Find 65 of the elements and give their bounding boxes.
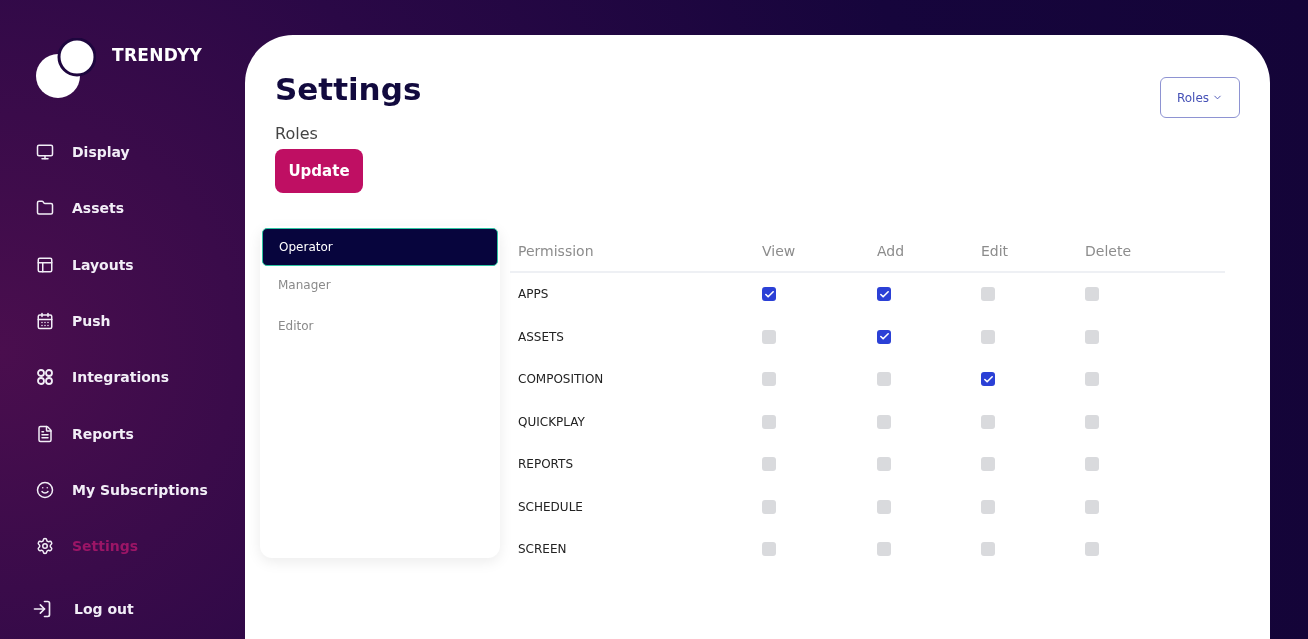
- role-item[interactable]: Manager: [262, 266, 498, 307]
- sidebar-item[interactable]: Layouts: [36, 236, 245, 293]
- permission-checkbox[interactable]: [1085, 287, 1099, 302]
- permission-name: REPORTS: [518, 457, 574, 472]
- permission-checkbox[interactable]: [1085, 542, 1099, 557]
- permission-checkbox[interactable]: [762, 457, 776, 472]
- permission-checkbox[interactable]: [981, 372, 995, 387]
- permission-checkbox[interactable]: [877, 542, 891, 557]
- permission-checkbox[interactable]: [1085, 457, 1099, 472]
- permission-name: COMPOSITION: [518, 372, 605, 387]
- document-icon: [36, 424, 54, 443]
- column-header: Permission: [518, 243, 594, 259]
- roles-dropdown[interactable]: Roles: [1160, 77, 1240, 118]
- permission-checkbox[interactable]: [1085, 329, 1099, 344]
- logout-link[interactable]: Log out: [32, 580, 245, 637]
- permission-checkbox[interactable]: [877, 414, 891, 429]
- sidebar-item[interactable]: Assets: [36, 180, 245, 237]
- permission-checkbox[interactable]: [981, 542, 995, 557]
- column-header: View: [762, 243, 796, 259]
- permission-checkbox[interactable]: [1085, 414, 1099, 429]
- section-label: Roles: [275, 124, 319, 143]
- permission-name: ASSETS: [518, 329, 565, 344]
- permission-checkbox[interactable]: [762, 372, 776, 387]
- permission-checkbox[interactable]: [762, 287, 776, 302]
- logout-icon: [32, 598, 52, 619]
- page-title: Settings: [275, 71, 422, 107]
- permission-checkbox[interactable]: [762, 414, 776, 429]
- sidebar-item[interactable]: Reports: [36, 405, 245, 462]
- permission-checkbox[interactable]: [877, 372, 891, 387]
- permission-checkbox[interactable]: [981, 287, 995, 302]
- permission-checkbox[interactable]: [1085, 499, 1099, 514]
- permission-name: SCHEDULE: [518, 499, 584, 514]
- permission-checkbox[interactable]: [981, 499, 995, 514]
- calendar-icon: [36, 312, 54, 331]
- permission-name: QUICKPLAY: [518, 414, 586, 429]
- monitor-icon: [36, 143, 54, 162]
- settings-icon: [36, 537, 54, 556]
- column-header: Delete: [1085, 243, 1131, 259]
- permission-name: APPS: [518, 287, 550, 302]
- permission-checkbox[interactable]: [981, 414, 995, 429]
- sidebar-item[interactable]: Integrations: [36, 349, 245, 406]
- logo-icon: [36, 38, 96, 100]
- permission-checkbox[interactable]: [877, 499, 891, 514]
- brand-name: TRENDYY: [112, 45, 203, 65]
- update-button[interactable]: Update: [275, 149, 363, 193]
- permission-checkbox[interactable]: [877, 457, 891, 472]
- sidebar-item[interactable]: Display: [36, 124, 245, 181]
- permission-checkbox[interactable]: [981, 329, 995, 344]
- permission-checkbox[interactable]: [877, 329, 891, 344]
- layout-icon: [36, 255, 54, 274]
- folder-icon: [36, 199, 54, 218]
- column-header: Edit: [981, 243, 1009, 259]
- permission-checkbox[interactable]: [1085, 372, 1099, 387]
- sidebar-item[interactable]: My Subscriptions: [36, 461, 245, 519]
- permission-checkbox[interactable]: [981, 457, 995, 472]
- permission-checkbox[interactable]: [762, 542, 776, 557]
- permission-name: SCREEN: [518, 542, 568, 557]
- smile-icon: [36, 480, 54, 499]
- role-item[interactable]: Operator: [262, 228, 498, 266]
- grid-icon: [36, 368, 54, 387]
- permission-checkbox[interactable]: [877, 287, 891, 302]
- permission-checkbox[interactable]: [762, 329, 776, 344]
- sidebar-item[interactable]: Push: [36, 292, 245, 350]
- column-header: Add: [877, 243, 905, 259]
- permission-checkbox[interactable]: [762, 499, 776, 514]
